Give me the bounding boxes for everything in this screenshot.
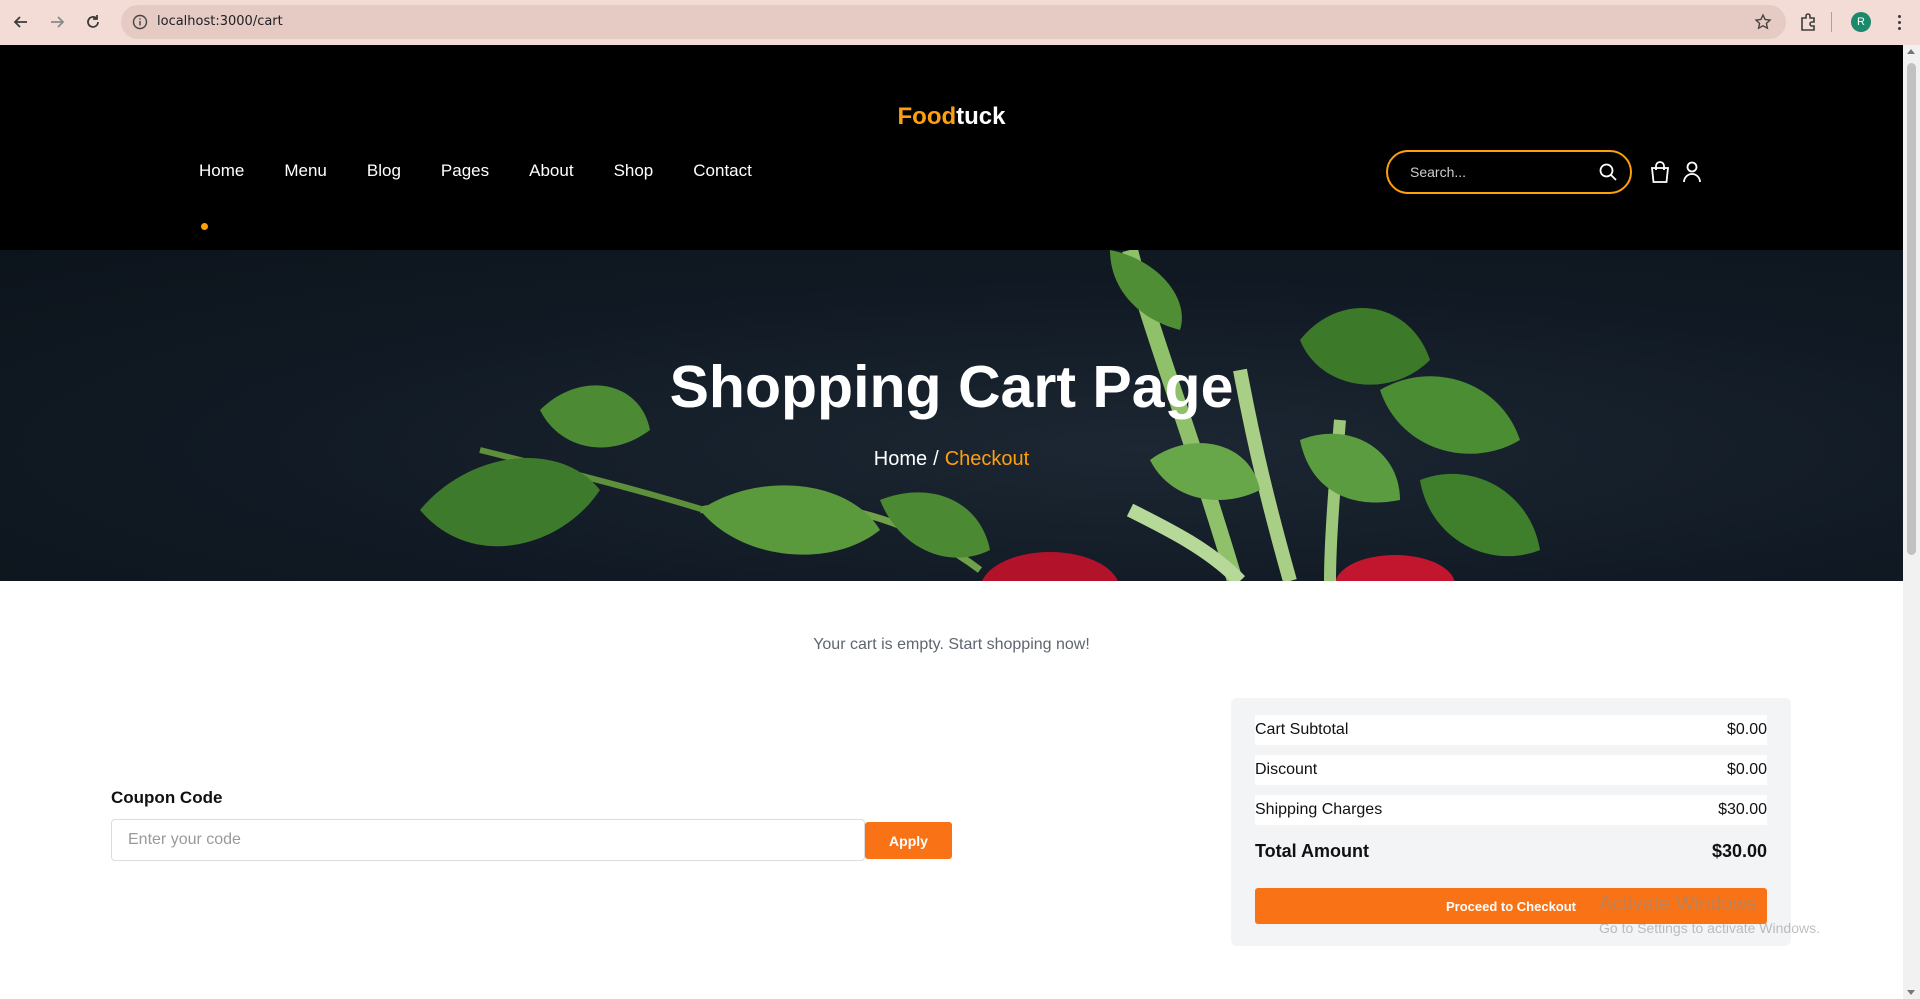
nav-menu[interactable]: Menu [284, 161, 327, 181]
nav-shop[interactable]: Shop [614, 161, 654, 181]
discount-value: $0.00 [1726, 761, 1767, 778]
address-bar[interactable]: localhost:3000/cart [121, 5, 1786, 39]
site-header: Foodtuck Home Menu Blog Pages About Shop… [0, 45, 1903, 250]
shipping-label: Shipping Charges [1255, 801, 1383, 818]
browser-menu-icon[interactable] [1889, 11, 1909, 33]
search-box [1386, 150, 1632, 194]
empty-cart-message: Your cart is empty. Start shopping now! [813, 636, 1090, 653]
hero-banner: Shopping Cart Page Home / Checkout [0, 250, 1903, 581]
scrollbar-thumb[interactable] [1907, 63, 1916, 555]
discount-label: Discount [1255, 761, 1318, 778]
summary-row-discount: Discount $0.00 [1255, 755, 1767, 785]
profile-avatar[interactable]: R [1851, 12, 1871, 32]
back-icon[interactable] [10, 11, 32, 33]
browser-toolbar: localhost:3000/cart R [0, 0, 1920, 45]
apply-coupon-button[interactable]: Apply [865, 822, 952, 859]
subtotal-label: Cart Subtotal [1255, 721, 1349, 738]
shopping-bag-icon[interactable] [1649, 160, 1671, 184]
url-text: localhost:3000/cart [157, 14, 283, 29]
summary-row-subtotal: Cart Subtotal $0.00 [1255, 715, 1767, 745]
site-info-icon[interactable] [132, 14, 148, 30]
shipping-value: $30.00 [1718, 801, 1767, 818]
total-value: $30.00 [1711, 840, 1767, 861]
page-title: Shopping Cart Page [669, 354, 1234, 420]
total-label: Total Amount [1255, 840, 1369, 861]
summary-row-shipping: Shipping Charges $30.00 [1255, 795, 1767, 825]
scroll-down-icon[interactable] [1907, 990, 1915, 995]
nav-about[interactable]: About [529, 161, 573, 181]
summary-row-total: Total Amount $30.00 [1255, 836, 1767, 866]
breadcrumb-current: Checkout [944, 448, 1030, 470]
reload-icon[interactable] [82, 11, 104, 33]
page-viewport: Foodtuck Home Menu Blog Pages About Shop… [0, 45, 1903, 999]
main-nav: Home Menu Blog Pages About Shop Contact [199, 161, 792, 181]
windows-activation-watermark: Activate Windows Go to Settings to activ… [1599, 893, 1820, 936]
bookmark-star-icon[interactable] [1754, 13, 1772, 31]
site-logo[interactable]: Foodtuck [0, 103, 1903, 131]
breadcrumb-separator: / [933, 448, 939, 470]
coupon-input[interactable] [111, 819, 865, 861]
toolbar-divider [1831, 12, 1832, 32]
profile-initial: R [1857, 16, 1865, 28]
nav-home[interactable]: Home [199, 161, 244, 181]
page-scrollbar[interactable] [1903, 45, 1920, 999]
scroll-up-icon[interactable] [1907, 49, 1915, 54]
search-input[interactable] [1410, 162, 1590, 182]
user-icon[interactable] [1681, 160, 1703, 184]
logo-tuck: tuck [956, 103, 1006, 130]
extensions-icon[interactable] [1797, 11, 1819, 33]
coupon-label: Coupon Code [111, 788, 223, 807]
forward-icon[interactable] [46, 11, 68, 33]
search-icon[interactable] [1598, 162, 1618, 182]
breadcrumb-home[interactable]: Home [874, 448, 927, 470]
subtotal-value: $0.00 [1726, 721, 1767, 738]
logo-food: Food [897, 103, 957, 130]
watermark-subtitle: Go to Settings to activate Windows. [1599, 920, 1820, 936]
nav-blog[interactable]: Blog [367, 161, 401, 181]
watermark-title: Activate Windows [1599, 893, 1757, 915]
active-nav-indicator [201, 223, 208, 230]
nav-contact[interactable]: Contact [693, 161, 752, 181]
breadcrumb: Home / Checkout [0, 448, 1903, 471]
nav-pages[interactable]: Pages [441, 161, 489, 181]
